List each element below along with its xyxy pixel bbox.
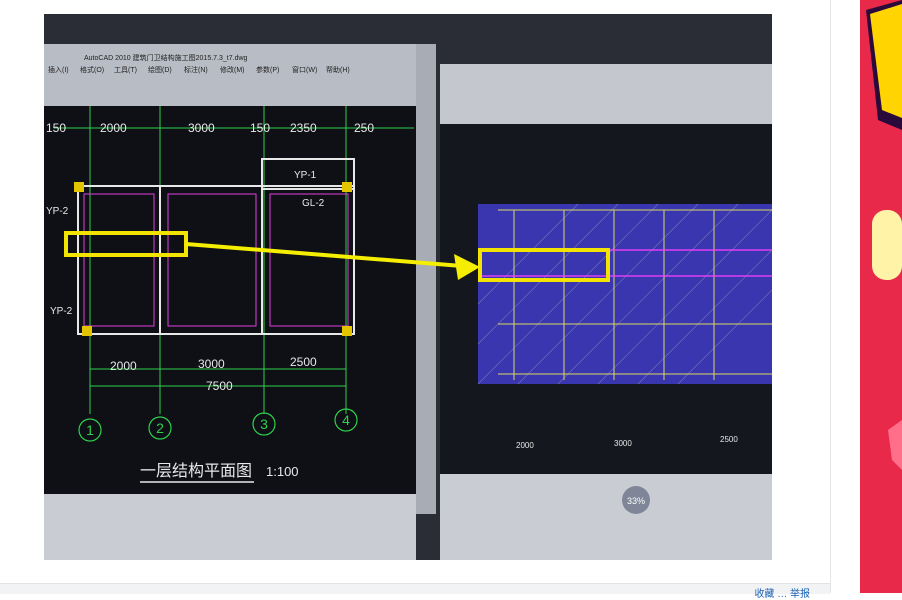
dim-label: 2500 [720, 435, 738, 444]
divider [830, 0, 831, 593]
footer-bar: 收藏 … 举报 [0, 583, 830, 600]
menu-item: 参数(P) [256, 65, 279, 74]
menu-item: 插入(I) [48, 65, 69, 74]
menu-item: 窗口(W) [292, 65, 317, 74]
dim-label: 2000 [100, 121, 127, 135]
member-label: YP-2 [46, 206, 69, 217]
zoom-value: 33% [627, 496, 645, 506]
menu-item: 帮助(H) [326, 65, 350, 74]
cad-right-toolbar [440, 64, 772, 124]
cad-left-title: AutoCAD 2010 建筑门卫结构施工图2015.7.3_t7.dwg [84, 53, 248, 62]
photo-scene: AutoCAD 2010 建筑门卫结构施工图2015.7.3_t7.dwg 插入… [44, 14, 772, 560]
menu-item: 标注(N) [184, 65, 208, 74]
drawing-title: 一层结构平面图 [140, 461, 252, 480]
cad-left-window [44, 44, 416, 514]
dim-label: 7500 [206, 379, 233, 393]
drawing-scale: 1:100 [266, 464, 299, 479]
dim-label: 150 [46, 121, 66, 135]
menu-item: 格式(O) [80, 65, 104, 74]
dim-label: 2350 [290, 121, 317, 135]
menu-item: 工具(T) [114, 66, 137, 74]
member-label: YP-1 [294, 170, 317, 181]
dim-label: 2000 [516, 441, 534, 450]
dim-label: 3000 [188, 121, 215, 135]
dim-label: 2000 [110, 359, 137, 373]
axis-label: 1 [86, 422, 94, 438]
member-label: YP-2 [50, 306, 73, 317]
member-label: GL-2 [302, 198, 325, 209]
dim-label: 150 [250, 121, 270, 135]
dim-label: 3000 [614, 439, 632, 448]
axis-label: 4 [342, 412, 350, 428]
cad-left-menu: 插入(I) 格式(O) 工具(T) 绘图(D) 标注(N) 修改(M) 参数(P… [48, 65, 350, 74]
axis-label: 3 [260, 416, 268, 432]
axis-label: 2 [156, 420, 164, 436]
photo: AutoCAD 2010 建筑门卫结构施工图2015.7.3_t7.dwg 插入… [44, 14, 772, 560]
ad-banner[interactable] [860, 0, 902, 593]
dim-label: 2500 [290, 355, 317, 369]
dim-label: 3000 [198, 357, 225, 371]
dim-label: 250 [354, 121, 374, 135]
ad-graphic [860, 0, 902, 593]
menu-item: 绘图(D) [148, 65, 172, 74]
cad-left-toolbar [44, 44, 416, 106]
menu-item: 修改(M) [220, 65, 245, 74]
